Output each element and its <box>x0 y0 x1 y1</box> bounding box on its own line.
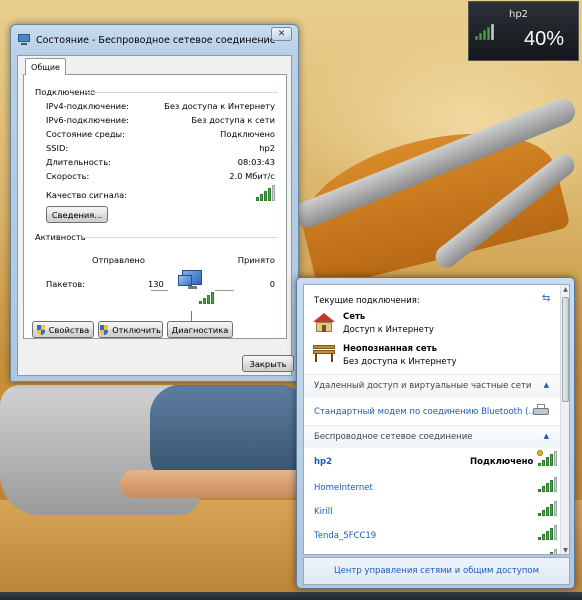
packets-received-value: 0 <box>269 279 275 289</box>
wifi-signal-icon <box>538 549 557 554</box>
received-label: Принято <box>237 255 275 265</box>
wifi-tray-tooltip: hp2 40% <box>468 1 579 61</box>
ssid-label: SSID: <box>46 143 69 153</box>
packets-sent-value: 130 <box>148 279 164 289</box>
tab-panel: Подключение IPv4-подключение: Без доступ… <box>23 74 287 339</box>
speed-label: Скорость: <box>46 171 90 181</box>
tooltip-signal-percent: 40% <box>523 28 564 50</box>
close-button[interactable]: Закрыть <box>242 355 294 372</box>
connection-status: Доступ к Интернету <box>343 325 434 335</box>
wallpaper-arm <box>120 470 320 498</box>
disable-button[interactable]: Отключить <box>98 321 163 338</box>
close-icon[interactable]: ✕ <box>271 27 292 41</box>
collapse-icon[interactable]: ▲ <box>544 432 549 440</box>
wifi-network-item[interactable]: hp2 <box>314 457 332 467</box>
ipv4-label: IPv4-подключение: <box>46 101 129 111</box>
diagnose-button[interactable]: Диагностика <box>167 321 233 338</box>
bluetooth-modem-item[interactable]: Стандартный модем по соединению Bluetoot… <box>314 407 537 417</box>
scroll-down-icon[interactable]: ▼ <box>561 546 569 554</box>
wifi-network-status: Подключено <box>470 457 534 467</box>
flyout-content: Текущие подключения: ⇆ Сеть Доступ к Инт… <box>303 284 570 555</box>
network-center-link[interactable]: Центр управления сетями и общим доступом <box>303 557 570 585</box>
properties-button[interactable]: Свойства <box>32 321 94 338</box>
disable-button-label: Отключить <box>112 324 161 335</box>
flyout-scrollbar[interactable]: ▲ ▼ <box>560 285 569 554</box>
network-adapter-icon <box>17 34 31 46</box>
shield-icon <box>100 324 109 335</box>
dialup-section-label: Удаленный доступ и виртуальные частные с… <box>314 381 532 391</box>
details-button[interactable]: Сведения... <box>46 206 108 223</box>
collapse-icon[interactable]: ▲ <box>544 381 549 389</box>
signal-quality-icon <box>256 185 275 201</box>
received-line <box>215 290 234 291</box>
ipv6-label: IPv6-подключение: <box>46 115 129 125</box>
activity-signal-icon <box>199 292 214 304</box>
connection-status: Без доступа к Интернету <box>343 357 457 367</box>
refresh-icon[interactable]: ⇆ <box>542 293 550 304</box>
sent-label: Отправлено <box>92 255 145 265</box>
dialog-titlebar: Состояние - Беспроводное сетевое соедине… <box>17 33 276 47</box>
wireless-section-label: Беспроводное сетевое соединение <box>314 432 473 442</box>
status-dialog: Состояние - Беспроводное сетевое соедине… <box>10 24 299 382</box>
group-divider <box>82 237 278 238</box>
packets-label: Пакетов: <box>46 279 86 289</box>
ipv6-value: Без доступа к сети <box>191 115 275 125</box>
ssid-value: hp2 <box>259 143 275 153</box>
taskbar[interactable] <box>0 592 582 600</box>
dialog-title: Состояние - Беспроводное сетевое соедине… <box>36 34 276 46</box>
wifi-network-item[interactable]: Kirill <box>314 507 333 517</box>
media-state-value: Подключено <box>220 129 275 139</box>
wifi-signal-icon <box>538 525 557 540</box>
modem-icon <box>533 404 549 417</box>
home-network-icon <box>313 313 335 333</box>
group-divider <box>86 92 278 93</box>
speed-value: 2.0 Мбит/с <box>229 171 275 181</box>
wifi-signal-icon <box>538 501 557 516</box>
activity-group-label: Активность <box>35 232 86 242</box>
duration-value: 08:03:43 <box>237 157 275 167</box>
activity-divider <box>191 311 192 321</box>
public-network-icon <box>313 345 335 363</box>
warning-icon <box>537 450 543 456</box>
connection-name: Неопознанная сеть <box>343 344 437 354</box>
scroll-thumb[interactable] <box>562 297 569 402</box>
tooltip-network-name: hp2 <box>509 9 529 20</box>
connection-name: Сеть <box>343 312 366 322</box>
wifi-network-item[interactable]: HomeInternet <box>314 483 373 493</box>
wifi-signal-icon <box>538 477 557 492</box>
duration-label: Длительность: <box>46 157 111 167</box>
network-flyout: Текущие подключения: ⇆ Сеть Доступ к Инт… <box>296 277 575 589</box>
dialog-body: Общие Подключение IPv4-подключение: Без … <box>17 55 294 376</box>
shield-icon <box>36 324 46 335</box>
tab-general[interactable]: Общие <box>25 58 66 75</box>
ipv4-value: Без доступа к Интернету <box>164 101 275 111</box>
wifi-network-item[interactable]: Tenda_5FCC19 <box>314 531 376 541</box>
media-state-label: Состояние среды: <box>46 129 125 139</box>
current-connections-label: Текущие подключения: <box>314 296 420 306</box>
signal-quality-label: Качество сигнала: <box>46 190 127 200</box>
properties-button-label: Свойства <box>48 324 90 335</box>
scroll-up-icon[interactable]: ▲ <box>561 285 569 295</box>
wifi-signal-icon <box>475 24 494 40</box>
sent-line <box>151 290 168 291</box>
